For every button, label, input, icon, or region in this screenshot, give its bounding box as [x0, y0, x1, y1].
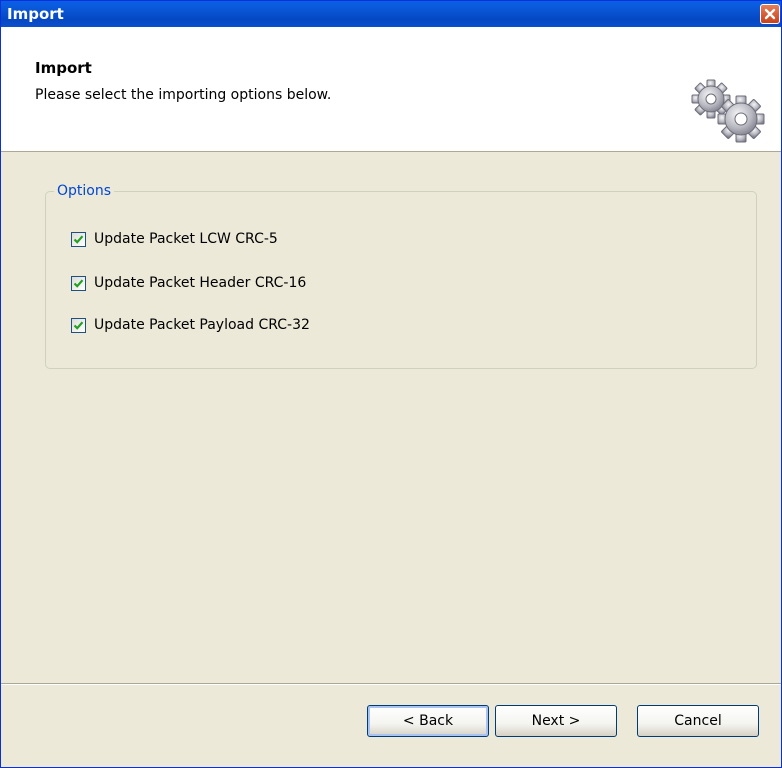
next-button[interactable]: Next >: [495, 705, 617, 737]
header-title: Import: [35, 59, 92, 77]
checkbox-label: Update Packet Payload CRC-32: [94, 317, 310, 333]
title-bar[interactable]: Import: [1, 1, 781, 27]
checkmark-icon: [73, 234, 84, 244]
checkbox-label: Update Packet LCW CRC-5: [94, 231, 278, 247]
checkbox-header-crc16[interactable]: [71, 275, 86, 291]
back-button[interactable]: < Back: [367, 705, 489, 737]
footer-divider: [1, 683, 781, 685]
gears-icon: [691, 79, 765, 143]
close-icon: [764, 8, 776, 20]
option-update-lcw-crc5[interactable]: Update Packet LCW CRC-5: [71, 229, 278, 249]
header-subtitle: Please select the importing options belo…: [35, 87, 332, 103]
close-button[interactable]: [760, 4, 780, 24]
checkmark-icon: [73, 278, 84, 288]
cancel-button[interactable]: Cancel: [637, 705, 759, 737]
option-update-payload-crc32[interactable]: Update Packet Payload CRC-32: [71, 315, 310, 335]
import-dialog: Import Import Please select the importin…: [0, 0, 782, 768]
checkbox-label: Update Packet Header CRC-16: [94, 275, 307, 291]
wizard-header: Import Please select the importing optio…: [1, 27, 781, 152]
checkmark-icon: [73, 320, 84, 330]
checkbox-lcw-crc5[interactable]: [71, 231, 86, 247]
option-update-header-crc16[interactable]: Update Packet Header CRC-16: [71, 273, 306, 293]
options-legend: Options: [57, 183, 112, 199]
checkbox-payload-crc32[interactable]: [71, 317, 86, 333]
window-title: Import: [7, 5, 64, 23]
